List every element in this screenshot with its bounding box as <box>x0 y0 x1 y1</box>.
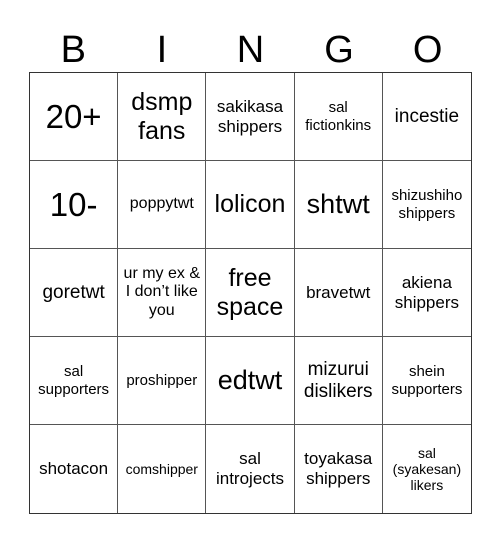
free-space-cell[interactable]: free space <box>206 249 295 337</box>
bingo-cell[interactable]: shotacon <box>30 425 119 513</box>
bingo-cell[interactable]: incestie <box>382 73 471 161</box>
bingo-cell[interactable]: shizushiho shippers <box>382 161 471 249</box>
bingo-cell[interactable]: mizurui dislikers <box>294 337 383 425</box>
bingo-cell[interactable]: 20+ <box>30 73 119 161</box>
bingo-cell[interactable]: goretwt <box>30 249 119 337</box>
bingo-cell[interactable]: dsmp fans <box>118 73 207 161</box>
bingo-cell[interactable]: akiena shippers <box>382 249 471 337</box>
bingo-cell[interactable]: sal introjects <box>206 425 295 513</box>
header-letter-b: B <box>60 29 86 71</box>
bingo-cell[interactable]: sal (syakesan) likers <box>383 425 471 513</box>
bingo-cell[interactable]: edtwt <box>206 337 295 425</box>
bingo-cell[interactable]: comshipper <box>118 425 207 513</box>
bingo-cell[interactable]: toyakasa shippers <box>295 425 383 513</box>
bingo-grid: 20+ dsmp fans sakikasa shippers sal fict… <box>29 72 472 514</box>
header-letter-g: G <box>324 29 354 71</box>
header-letter-i: I <box>156 29 168 71</box>
bingo-header: B I N G O <box>29 28 472 72</box>
bingo-cell[interactable]: shein supporters <box>382 337 471 425</box>
bingo-cell[interactable]: 10- <box>30 161 119 249</box>
bingo-cell[interactable]: poppytwt <box>118 161 207 249</box>
bingo-cell[interactable]: shtwt <box>294 161 383 249</box>
bingo-cell[interactable]: ur my ex & I don’t like you <box>118 249 207 337</box>
bingo-cell[interactable]: sakikasa shippers <box>206 73 295 161</box>
bingo-cell[interactable]: sal supporters <box>30 337 119 425</box>
header-letter-n: N <box>236 29 265 71</box>
bingo-cell[interactable]: sal fictionkins <box>294 73 383 161</box>
bingo-cell[interactable]: lolicon <box>206 161 295 249</box>
bingo-cell[interactable]: bravetwt <box>294 249 383 337</box>
header-letter-o: O <box>412 29 443 71</box>
bingo-cell[interactable]: proshipper <box>118 337 207 425</box>
